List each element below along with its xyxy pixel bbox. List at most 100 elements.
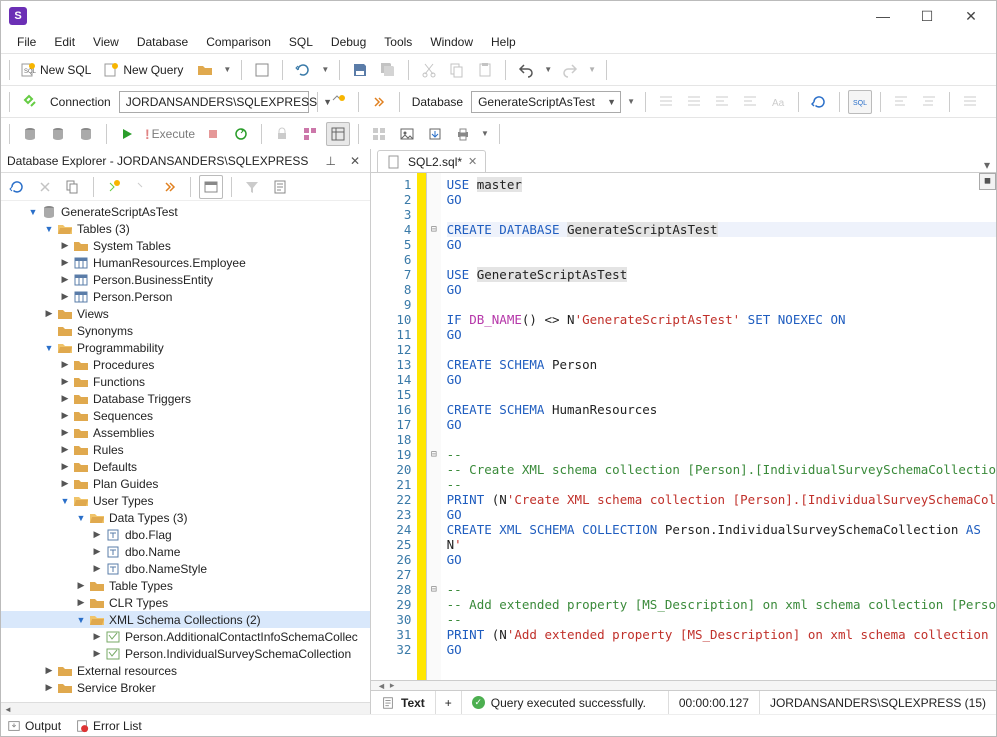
explorer-tree[interactable]: ▼GenerateScriptAsTest▼Tables (3)▶System …	[1, 201, 370, 702]
grid-icon[interactable]	[367, 122, 391, 146]
case-button[interactable]: Aa	[766, 90, 790, 114]
align3-button[interactable]	[958, 90, 982, 114]
tree-item[interactable]: ▶Person.IndividualSurveySchemaCollection	[1, 645, 370, 662]
editor-tab[interactable]: SQL2.sql* ✕	[377, 150, 486, 172]
new-sql-button[interactable]: SQL New SQL	[18, 58, 97, 82]
connection-combo[interactable]: JORDANSANDERS\SQLEXPRESS ▼	[119, 91, 309, 113]
error-list-tab[interactable]: Error List	[75, 719, 142, 733]
new-query-button[interactable]: New Query	[101, 58, 189, 82]
tree-item[interactable]: ▶Table Types	[1, 577, 370, 594]
menu-database[interactable]: Database	[129, 33, 196, 51]
tree-item[interactable]: ▼Data Types (3)	[1, 509, 370, 526]
menu-help[interactable]: Help	[483, 33, 524, 51]
security-icon[interactable]	[270, 122, 294, 146]
dropdown-arrow-icon[interactable]: ▼	[625, 97, 637, 106]
code-editor[interactable]: 1234567891011121314151617181920212223242…	[371, 173, 996, 680]
tree-item[interactable]: ▶Rules	[1, 441, 370, 458]
pin-icon[interactable]: ⊥	[321, 154, 339, 168]
dropdown-arrow-icon[interactable]: ▼	[542, 65, 554, 74]
schema-icon[interactable]	[298, 122, 322, 146]
tab-close-icon[interactable]: ✕	[468, 155, 477, 168]
tree-item[interactable]: ▶Plan Guides	[1, 475, 370, 492]
align-button[interactable]	[889, 90, 913, 114]
filter-icon[interactable]	[240, 175, 264, 199]
undo-button[interactable]	[514, 58, 538, 82]
tree-item[interactable]: ▶dbo.NameStyle	[1, 560, 370, 577]
save-all-button[interactable]	[376, 58, 400, 82]
add-tab-button[interactable]: +	[436, 691, 462, 714]
connect-icon[interactable]	[367, 90, 391, 114]
db-icon-2[interactable]	[46, 122, 70, 146]
tree-item[interactable]: ▶Functions	[1, 373, 370, 390]
copy-button[interactable]	[445, 58, 469, 82]
tree-item[interactable]: ▶dbo.Flag	[1, 526, 370, 543]
dropdown-arrow-icon[interactable]: ▼	[221, 65, 233, 74]
split-nub-icon[interactable]: ▦	[979, 173, 996, 190]
paste-button[interactable]	[473, 58, 497, 82]
cut-button[interactable]	[417, 58, 441, 82]
execute-button[interactable]: ! Execute	[143, 122, 197, 146]
tree-item[interactable]: ▶Defaults	[1, 458, 370, 475]
minimize-button[interactable]: —	[870, 6, 896, 26]
toolbar-btn-1[interactable]	[250, 58, 274, 82]
indent-button[interactable]	[654, 90, 678, 114]
close-panel-icon[interactable]: ✕	[346, 154, 364, 168]
database-combo[interactable]: GenerateScriptAsTest ▼	[471, 91, 621, 113]
delete-tree-icon[interactable]	[33, 175, 57, 199]
tree-item[interactable]: ▶Views	[1, 305, 370, 322]
uncomment-button[interactable]	[738, 90, 762, 114]
stop-button[interactable]	[201, 122, 225, 146]
copy-tree-icon[interactable]	[61, 175, 85, 199]
results-icon[interactable]	[326, 122, 350, 146]
tree-item[interactable]: ▶External resources	[1, 662, 370, 679]
db-icon-1[interactable]	[18, 122, 42, 146]
menu-sql[interactable]: SQL	[281, 33, 321, 51]
menu-debug[interactable]: Debug	[323, 33, 374, 51]
properties-icon[interactable]	[268, 175, 292, 199]
code-area[interactable]: USE masterGO CREATE DATABASE GenerateScr…	[441, 173, 996, 680]
tree-item[interactable]: ▶Person.BusinessEntity	[1, 271, 370, 288]
fold-column[interactable]: ⊟⊟⊟	[427, 173, 440, 680]
undo-layout-icon[interactable]	[291, 58, 315, 82]
refresh-icon[interactable]	[807, 90, 831, 114]
tree-item[interactable]: ▶Person.Person	[1, 288, 370, 305]
tree-item[interactable]: ▶dbo.Name	[1, 543, 370, 560]
close-button[interactable]: ✕	[958, 6, 984, 26]
menu-window[interactable]: Window	[422, 33, 481, 51]
menu-tools[interactable]: Tools	[376, 33, 420, 51]
tree-item[interactable]: ▶Assemblies	[1, 424, 370, 441]
disconnect-icon[interactable]	[130, 175, 154, 199]
window-icon[interactable]	[199, 175, 223, 199]
outdent-button[interactable]	[682, 90, 706, 114]
tree-item[interactable]: ▼Programmability	[1, 339, 370, 356]
new-connection-icon[interactable]	[326, 90, 350, 114]
tree-item[interactable]: ▼Tables (3)	[1, 220, 370, 237]
menu-view[interactable]: View	[85, 33, 127, 51]
dropdown-arrow-icon[interactable]: ▼	[586, 65, 598, 74]
db-icon-3[interactable]	[74, 122, 98, 146]
sql-format-icon[interactable]: SQL	[848, 90, 872, 114]
refresh-tree-icon[interactable]	[5, 175, 29, 199]
export-icon[interactable]	[423, 122, 447, 146]
menu-comparison[interactable]: Comparison	[198, 33, 279, 51]
tree-item[interactable]: ▶CLR Types	[1, 594, 370, 611]
dropdown-arrow-icon[interactable]: ▼	[319, 65, 331, 74]
redo-button[interactable]	[558, 58, 582, 82]
menu-file[interactable]: File	[9, 33, 44, 51]
align2-button[interactable]	[917, 90, 941, 114]
maximize-button[interactable]: ☐	[914, 6, 940, 26]
dropdown-arrow-icon[interactable]: ▼	[479, 129, 491, 138]
tree-item[interactable]: ▶Service Broker	[1, 679, 370, 696]
tree-item[interactable]: ▶Person.AdditionalContactInfoSchemaColle…	[1, 628, 370, 645]
cycle-button[interactable]	[229, 122, 253, 146]
print-icon[interactable]	[451, 122, 475, 146]
run-button[interactable]	[115, 122, 139, 146]
image-icon[interactable]	[395, 122, 419, 146]
comment-button[interactable]	[710, 90, 734, 114]
tree-item[interactable]: ▶Sequences	[1, 407, 370, 424]
menu-edit[interactable]: Edit	[46, 33, 83, 51]
output-tab[interactable]: Output	[7, 719, 61, 733]
open-button[interactable]	[193, 58, 217, 82]
tree-item[interactable]: ▶Procedures	[1, 356, 370, 373]
new-db-icon[interactable]	[102, 175, 126, 199]
